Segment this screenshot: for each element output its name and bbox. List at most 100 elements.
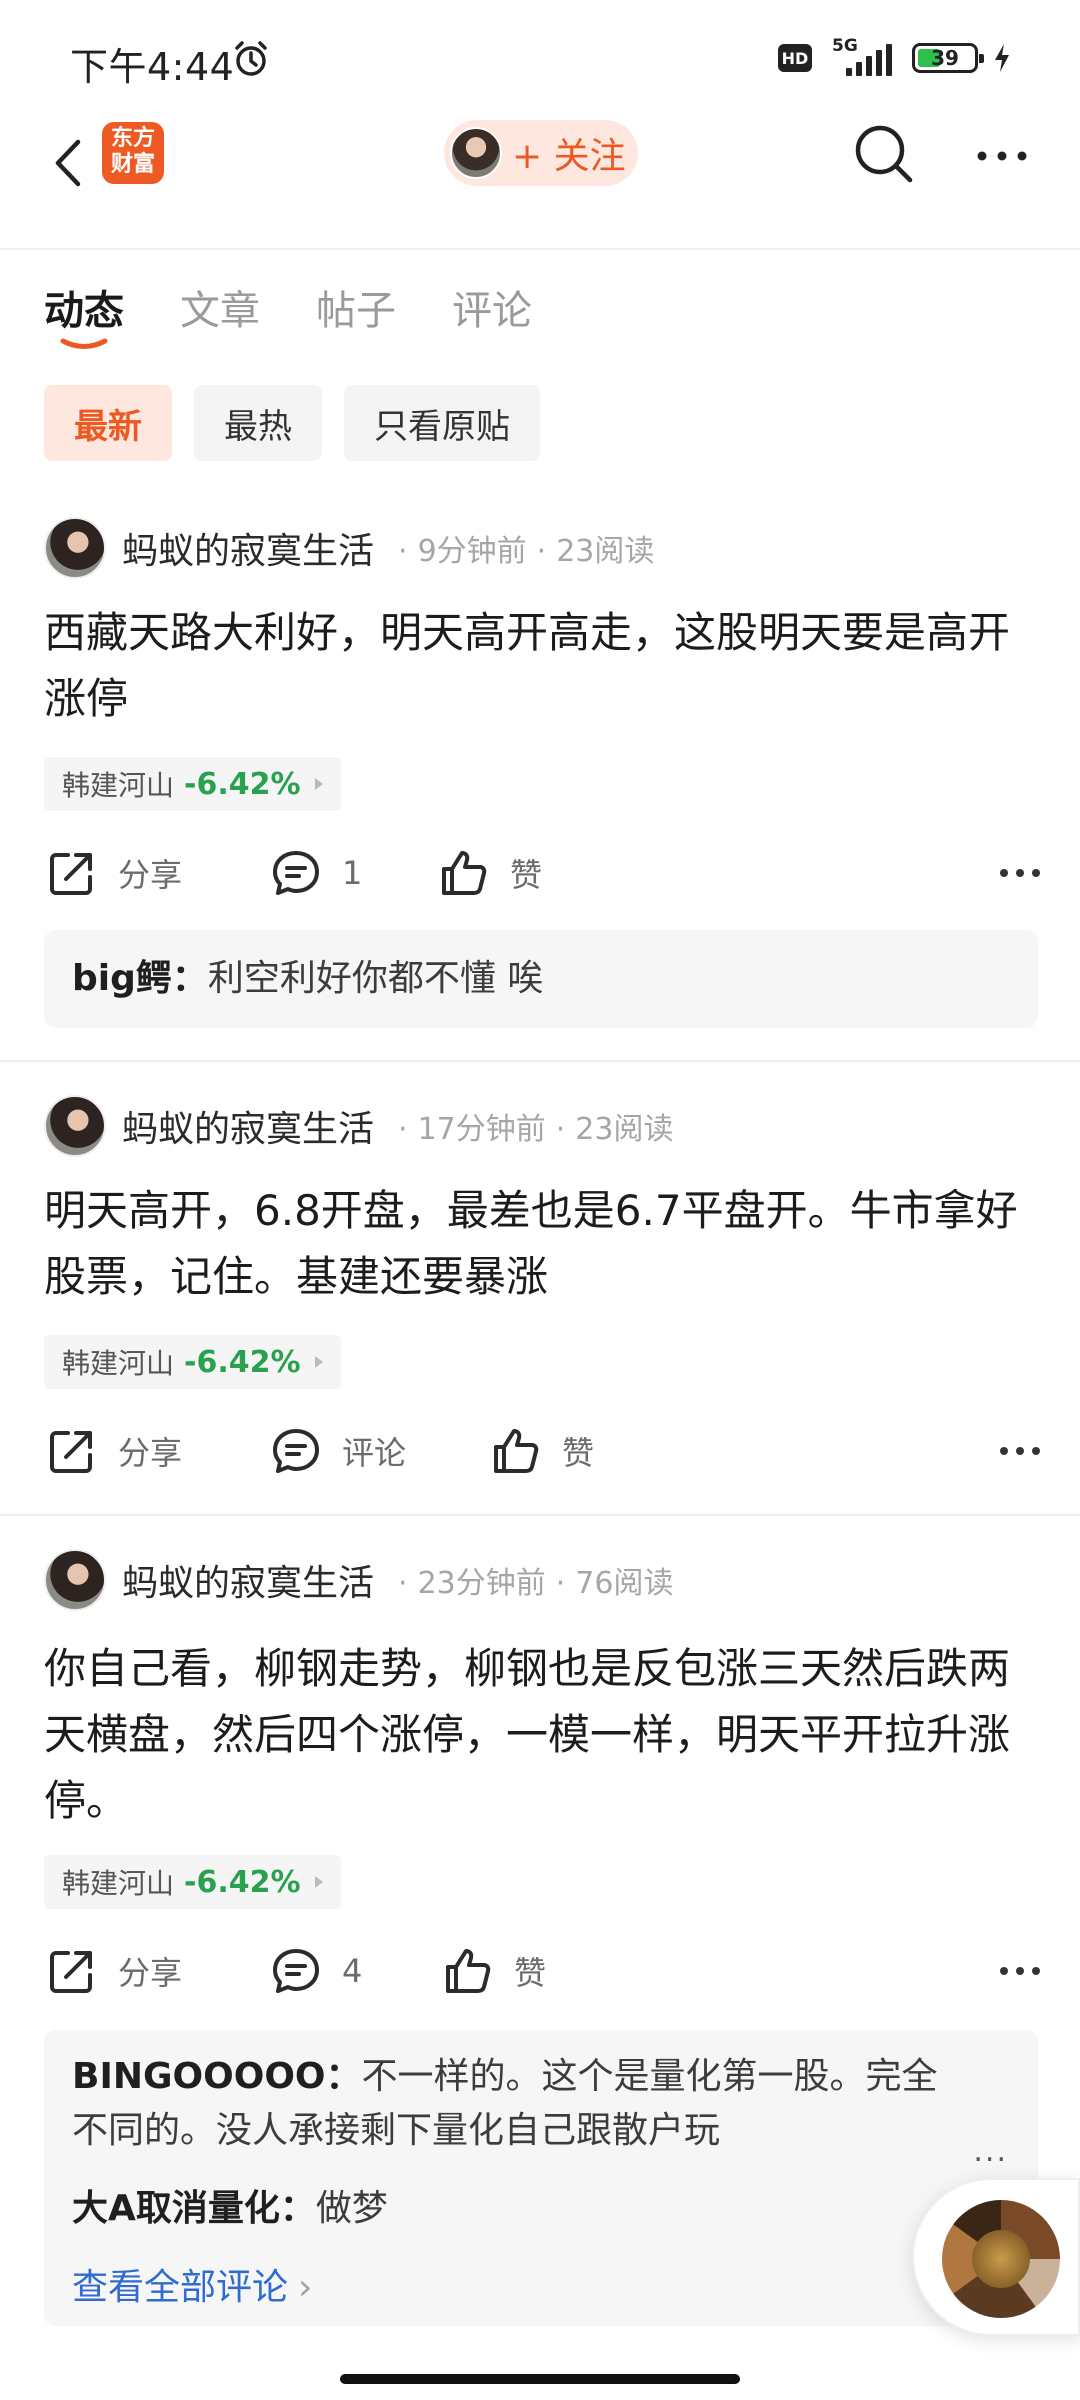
back-icon[interactable] [44, 128, 94, 198]
comment-icon [273, 1429, 319, 1473]
comment-button[interactable]: 1 [268, 838, 362, 908]
hd-icon: HD [778, 44, 812, 72]
tab-posts[interactable]: 帖子 [316, 278, 396, 358]
post-reads: 76阅读 [575, 1566, 674, 1601]
tab-articles[interactable]: 文章 [180, 278, 260, 358]
alarm-icon [235, 41, 267, 76]
home-indicator[interactable] [340, 2374, 740, 2384]
more-icon[interactable] [972, 136, 1032, 176]
filter-original-only[interactable]: 只看原贴 [344, 385, 540, 461]
share-icon [50, 1951, 92, 1993]
comment-icon [273, 1949, 319, 1993]
comment-item: 大A取消量化：做梦 [72, 2182, 1002, 2236]
post-reads: 23阅读 [575, 1112, 674, 1147]
share-icon [50, 853, 92, 895]
stock-change: -6.42% [184, 1344, 301, 1380]
avatar[interactable] [44, 1549, 106, 1611]
share-icon [50, 1431, 92, 1473]
stock-tag[interactable]: 韩建河山 -6.42% [44, 1855, 341, 1909]
stock-name: 韩建河山 [62, 1347, 175, 1380]
share-button[interactable]: 分享 [44, 1936, 182, 2006]
post-meta: · 9分钟前 · 23阅读 [398, 534, 655, 569]
more-icon[interactable] [996, 1434, 1044, 1468]
post-content[interactable]: 你自己看，柳钢走势，柳钢也是反包涨三天然后跌两天横盘，然后四个涨停，一模一样，明… [44, 1636, 1034, 1834]
tab-dynamics[interactable]: 动态 [44, 278, 124, 358]
filter-hottest[interactable]: 最热 [194, 385, 322, 461]
stock-tag[interactable]: 韩建河山 -6.42% [44, 757, 341, 811]
author-name[interactable]: 蚂蚁的寂寞生活 [122, 1100, 374, 1152]
post-time: 23分钟前 [417, 1566, 546, 1601]
status-bar: 下午4:44 HD 5G 39 [0, 0, 1080, 110]
more-icon[interactable] [996, 1954, 1044, 1988]
thumbs-up-icon [442, 851, 487, 895]
thumbs-up-icon [446, 1949, 491, 1993]
battery-level: 39 [931, 46, 959, 70]
tab-comments[interactable]: 评论 [452, 278, 532, 358]
post-time: 9分钟前 [417, 534, 527, 569]
author-row: 蚂蚁的寂寞生活 · 17分钟前 · 23阅读 [44, 1091, 673, 1161]
comment-user: 大A取消量化： [72, 2188, 316, 2229]
more-icon[interactable]: ... [973, 2134, 1008, 2169]
stock-change: -6.42% [184, 1864, 301, 1900]
comment-user: BINGOOOOO： [72, 2056, 362, 2097]
post-actions: 分享 1 赞 [44, 838, 1044, 908]
comment-preview[interactable]: big鳄：利空利好你都不懂 唉 [44, 930, 1038, 1028]
arrow-right-icon [314, 1876, 323, 1888]
post-actions: 分享 评论 赞 [44, 1416, 1044, 1486]
comment-preview[interactable]: BINGOOOOO：不一样的。这个是量化第一股。完全不同的。没人承接剩下量化自己… [44, 2030, 1038, 2326]
comment-text: 利空利好你都不懂 唉 [207, 958, 544, 999]
post-time: 17分钟前 [417, 1112, 546, 1147]
charging-icon [995, 44, 1009, 72]
author-name[interactable]: 蚂蚁的寂寞生活 [122, 522, 374, 574]
post-reads: 23阅读 [556, 534, 655, 569]
stock-name: 韩建河山 [62, 1867, 175, 1900]
floating-widget[interactable] [912, 2178, 1080, 2336]
tab-bar: 动态 文章 帖子 评论 [44, 278, 532, 358]
post-content[interactable]: 西藏天路大利好，明天高开高走，这股明天要是高开涨停 [44, 600, 1034, 732]
stock-change: -6.42% [184, 766, 301, 802]
like-button[interactable]: 赞 [488, 1416, 594, 1486]
view-all-comments-link[interactable]: 查看全部评论 › [72, 2258, 312, 2310]
battery-icon: 39 [912, 43, 984, 73]
status-icons: HD 5G 39 [778, 36, 1012, 80]
app-header: 东方 财富 + 关注 [0, 110, 1080, 250]
arrow-right-icon [314, 778, 323, 790]
author-row: 蚂蚁的寂寞生活 · 23分钟前 · 76阅读 [44, 1545, 673, 1615]
divider [0, 1060, 1080, 1062]
author-name[interactable]: 蚂蚁的寂寞生活 [122, 1554, 374, 1606]
comment-item: big鳄：利空利好你都不懂 唉 [72, 952, 1002, 1006]
like-button[interactable]: 赞 [440, 1936, 546, 2006]
status-time: 下午4:44 [70, 45, 235, 89]
like-button[interactable]: 赞 [436, 838, 542, 908]
comment-item: BINGOOOOO：不一样的。这个是量化第一股。完全不同的。没人承接剩下量化自己… [72, 2050, 942, 2158]
avatar[interactable] [44, 517, 106, 579]
post-actions: 分享 4 赞 [44, 1936, 1044, 2006]
avatar [450, 127, 502, 179]
app-logo: 东方 财富 [102, 122, 164, 184]
search-icon[interactable] [852, 122, 916, 186]
thumbs-up-icon [494, 1429, 539, 1473]
post-content[interactable]: 明天高开，6.8开盘，最差也是6.7平盘开。牛市拿好股票，记住。基建还要暴涨 [44, 1178, 1034, 1310]
more-icon[interactable] [996, 856, 1044, 890]
comment-user: big鳄： [72, 958, 208, 999]
share-button[interactable]: 分享 [44, 1416, 182, 1486]
stock-tag[interactable]: 韩建河山 -6.42% [44, 1335, 341, 1389]
comment-button[interactable]: 评论 [268, 1416, 406, 1486]
filter-latest[interactable]: 最新 [44, 385, 172, 461]
author-row: 蚂蚁的寂寞生活 · 9分钟前 · 23阅读 [44, 513, 654, 583]
post-meta: · 17分钟前 · 23阅读 [398, 1112, 674, 1147]
arrow-right-icon [314, 1356, 323, 1368]
share-button[interactable]: 分享 [44, 838, 182, 908]
follow-button[interactable]: + 关注 [444, 120, 638, 186]
stock-name: 韩建河山 [62, 769, 175, 802]
filter-chips: 最新 最热 只看原贴 [44, 385, 540, 461]
follow-label: + 关注 [512, 136, 626, 177]
tab-indicator [60, 338, 108, 349]
post-meta: · 23分钟前 · 76阅读 [398, 1566, 674, 1601]
signal-icon: 5G [826, 36, 898, 78]
comment-button[interactable]: 4 [268, 1936, 362, 2006]
widget-image [942, 2200, 1060, 2318]
divider [0, 1514, 1080, 1516]
comment-text: 做梦 [315, 2188, 388, 2229]
avatar[interactable] [44, 1095, 106, 1157]
